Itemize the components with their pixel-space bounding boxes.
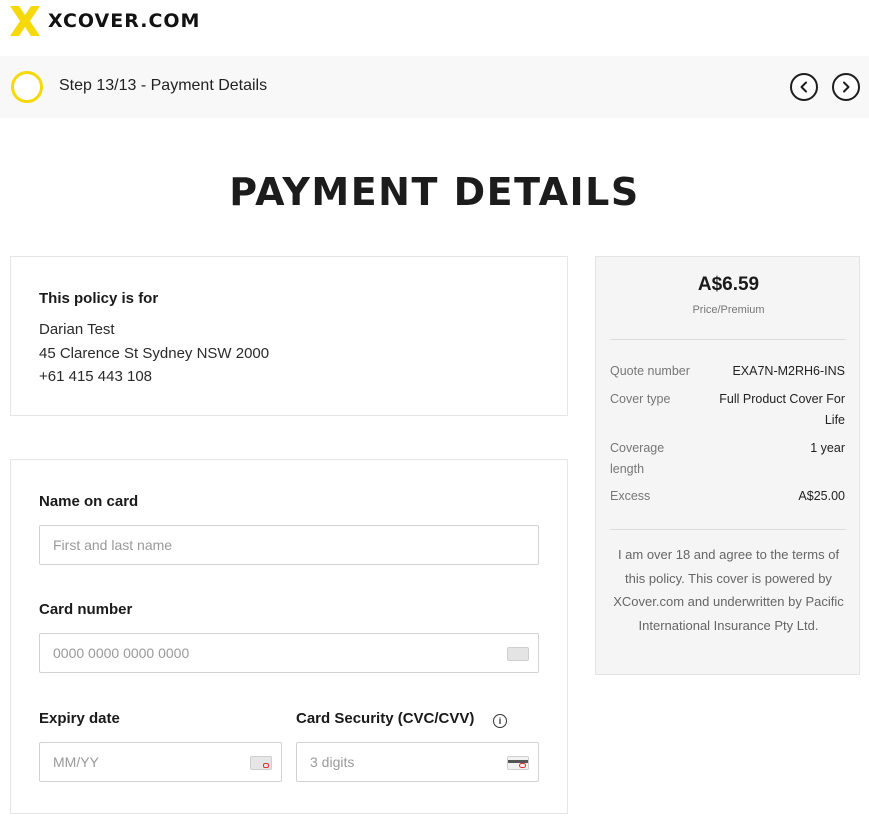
generic-card-icon bbox=[507, 647, 529, 661]
step-progress-ring-icon bbox=[11, 71, 43, 103]
next-step-button[interactable] bbox=[832, 73, 860, 101]
quote-summary-card: A$6.59 Price/Premium Quote number EXA7N-… bbox=[595, 256, 860, 675]
name-on-card-label: Name on card bbox=[39, 493, 139, 510]
quote-number-value: EXA7N-M2RH6-INS bbox=[732, 364, 845, 378]
card-number-input[interactable] bbox=[39, 633, 539, 673]
terms-text: I am over 18 and agree to the terms of t… bbox=[613, 547, 844, 633]
coverage-length-value: 1 year bbox=[810, 441, 845, 455]
policy-holder-address: 45 Clarence St Sydney NSW 2000 bbox=[39, 345, 270, 362]
info-icon[interactable]: i bbox=[493, 714, 507, 728]
step-label: Step 13/13 - Payment Details bbox=[59, 77, 268, 94]
xcover-logo-icon bbox=[10, 6, 40, 36]
card-security-input[interactable] bbox=[296, 742, 539, 782]
expiry-date-label: Expiry date bbox=[39, 710, 120, 727]
policy-holder-title: This policy is for bbox=[39, 290, 159, 307]
name-on-card-input[interactable] bbox=[39, 525, 539, 565]
excess-label: Excess bbox=[610, 489, 651, 503]
brand-name: XCOVER.COM bbox=[48, 10, 201, 32]
policy-holder-name: Darian Test bbox=[39, 321, 115, 338]
chevron-left-icon bbox=[800, 81, 807, 93]
premium-price: A$6.59 bbox=[697, 274, 760, 295]
summary-divider bbox=[610, 529, 846, 530]
policy-holder-phone: +61 415 443 108 bbox=[39, 368, 153, 385]
cover-type-label: Cover type bbox=[610, 392, 671, 406]
excess-value: A$25.00 bbox=[798, 489, 845, 503]
step-progress-bar: Step 13/13 - Payment Details bbox=[0, 56, 869, 118]
quote-number-label: Quote number bbox=[610, 364, 690, 378]
cover-type-value: Full Product Cover For Life bbox=[719, 392, 845, 427]
expiry-date-input[interactable] bbox=[39, 742, 282, 782]
previous-step-button[interactable] bbox=[790, 73, 818, 101]
page-title: PAYMENT DETAILS bbox=[229, 170, 640, 214]
payment-form: Name on card Card number Expiry date Car… bbox=[10, 459, 568, 814]
card-expiry-icon bbox=[250, 756, 272, 770]
policy-holder-card: This policy is for Darian Test 45 Claren… bbox=[10, 256, 568, 416]
brand-logo[interactable]: XCOVER.COM bbox=[10, 6, 200, 36]
premium-price-label: Price/Premium bbox=[692, 304, 765, 316]
summary-divider bbox=[610, 339, 846, 340]
coverage-length-label: Coverage length bbox=[610, 441, 665, 476]
card-security-label: Card Security (CVC/CVV) bbox=[296, 710, 475, 727]
card-number-label: Card number bbox=[39, 601, 133, 618]
chevron-right-icon bbox=[843, 81, 850, 93]
card-cvc-icon bbox=[507, 756, 529, 770]
